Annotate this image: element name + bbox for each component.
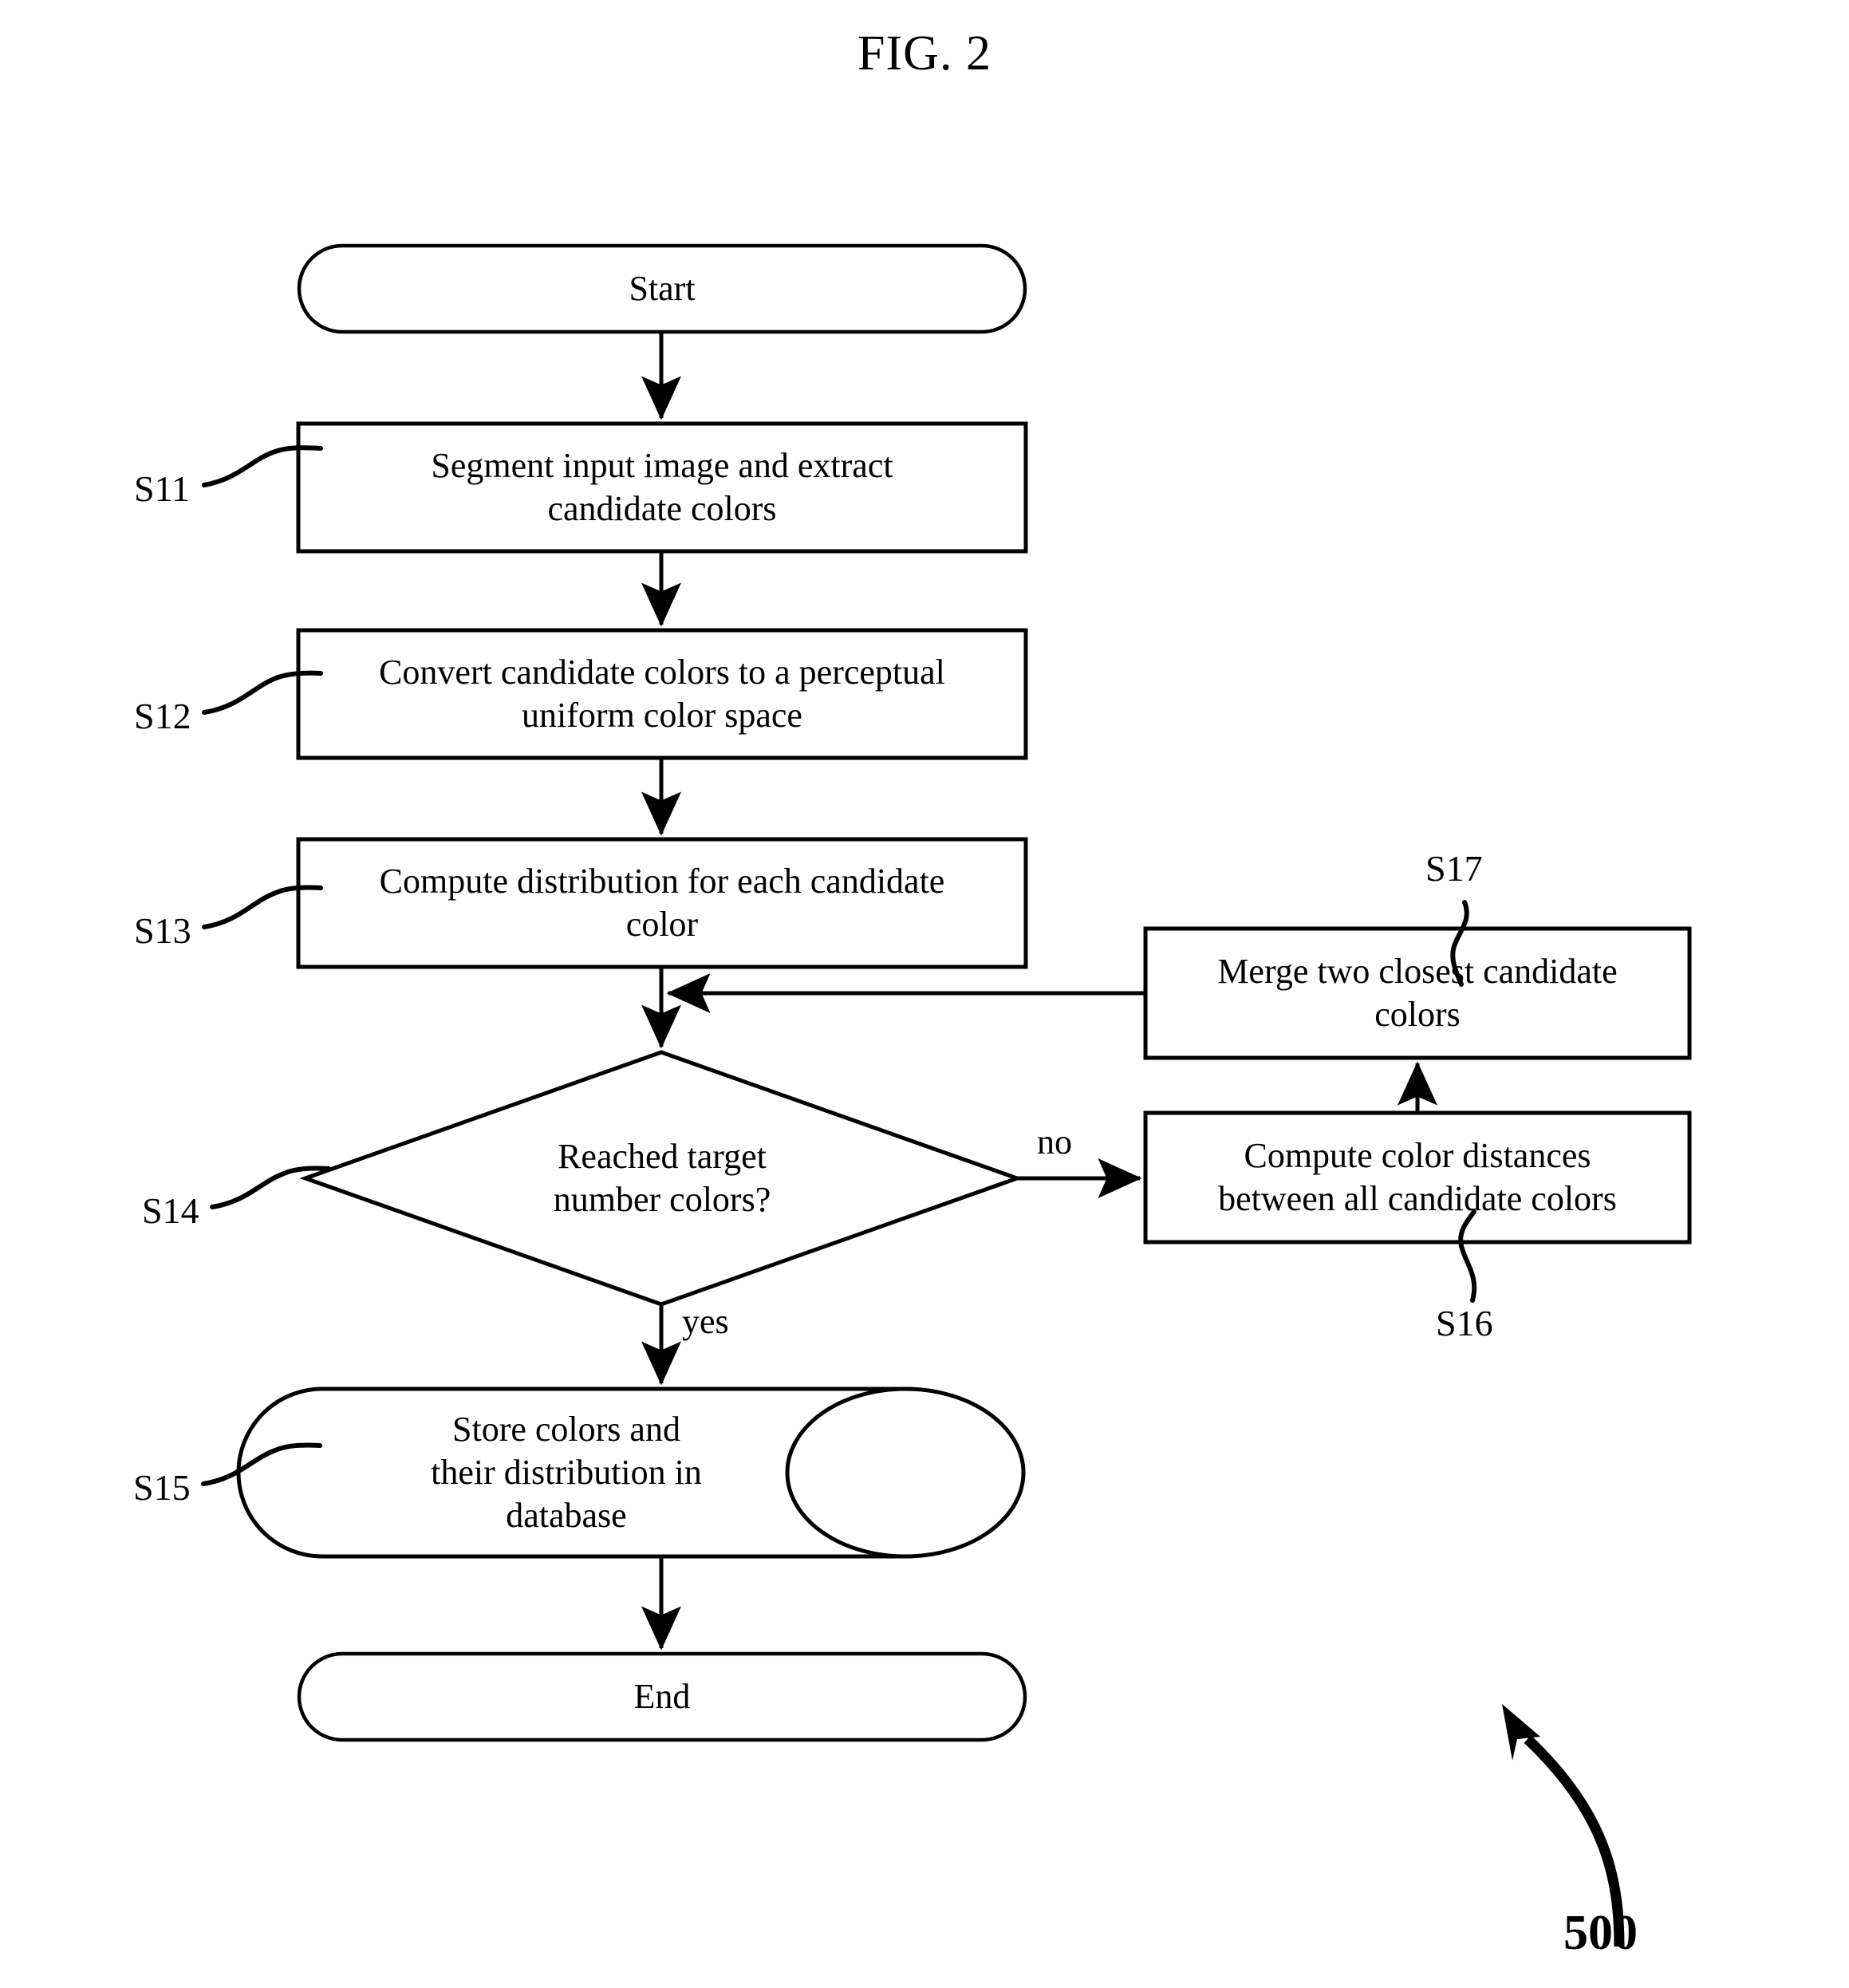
leader-s14 [210, 1166, 331, 1209]
ref-label-s13: S13 [134, 910, 191, 951]
node-start-shape [297, 243, 1027, 334]
figure-reference-number: 500 [1563, 1906, 1638, 1960]
ref-label-s14: S14 [142, 1190, 199, 1231]
edge-label-no: no [1037, 1122, 1072, 1162]
node-s17-shape [1143, 926, 1692, 1060]
node-s11-shape [296, 421, 1028, 554]
node-s12-shape [296, 628, 1028, 760]
edge-label-yes: yes [682, 1302, 729, 1341]
flowchart-canvas [201, 243, 1692, 1947]
node-end-shape [297, 1651, 1027, 1742]
node-s16-shape [1143, 1110, 1692, 1244]
node-s13-shape [296, 837, 1028, 969]
ref-label-s16: S16 [1436, 1303, 1493, 1343]
ref-label-s17: S17 [1425, 848, 1483, 889]
ref-label-s11: S11 [134, 468, 190, 509]
ref-label-s15: S15 [133, 1467, 191, 1508]
node-s14-shape [299, 1050, 1023, 1307]
ref-label-s12: S12 [134, 696, 191, 736]
figure-root: FIG. 2 Start Segment input image and ext… [0, 0, 1849, 1988]
node-s15-cylinder-face [785, 1386, 1026, 1559]
